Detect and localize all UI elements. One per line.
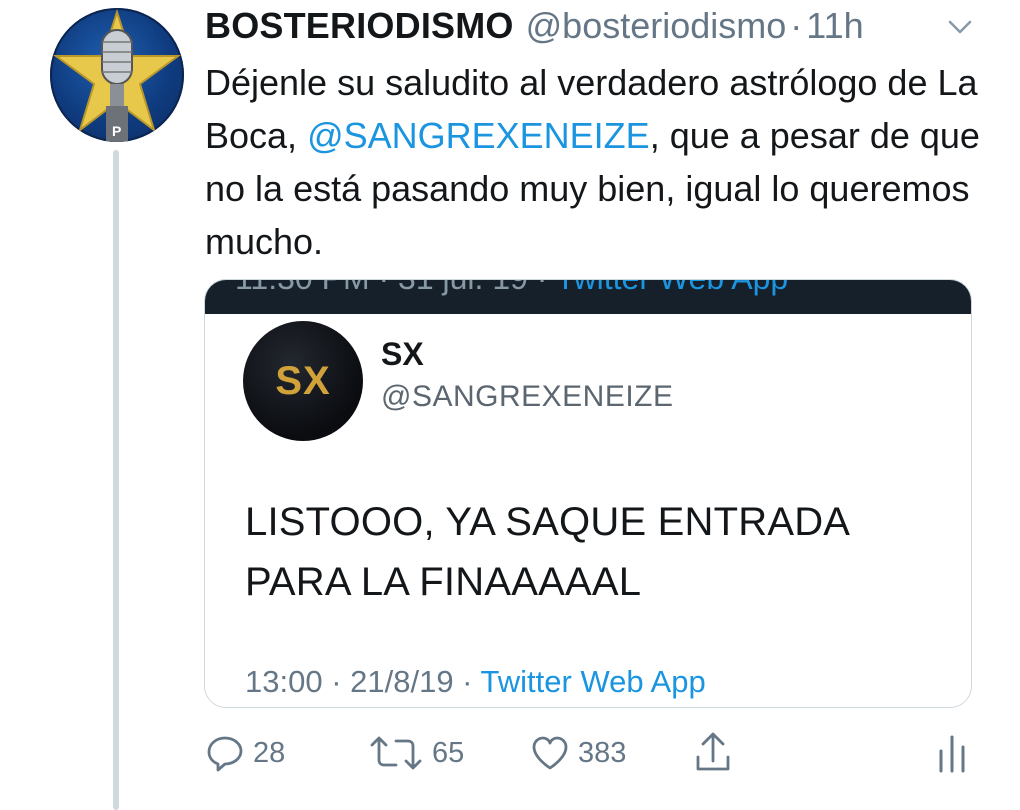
quoted-text-line: LISTOOO, YA SAQUE ENTRADA bbox=[245, 500, 851, 544]
quoted-display-name: SX bbox=[381, 336, 424, 372]
like-count: 383 bbox=[578, 736, 627, 769]
mention-link[interactable]: @SANGREXENEIZE bbox=[307, 115, 650, 156]
svg-text:P: P bbox=[112, 123, 121, 139]
analytics-button[interactable] bbox=[935, 730, 969, 776]
star-microphone-logo: P bbox=[52, 8, 182, 142]
reply-icon bbox=[207, 736, 243, 772]
quoted-tweet-body: SX SX @SANGREXENEIZE LISTOOO, YA SAQUE E… bbox=[205, 314, 971, 707]
tweet-header: BOSTERIODISMO @bosteriodismo · 11h bbox=[205, 4, 864, 48]
display-name[interactable]: BOSTERIODISMO bbox=[205, 5, 514, 47]
like-button[interactable]: 383 bbox=[530, 730, 626, 776]
tweet-text: Déjenle su saludito al verdadero astrólo… bbox=[205, 56, 995, 268]
cut-off-time: 11:30 PM · 31 jul. 19 · bbox=[235, 280, 556, 296]
cut-off-header: 11:30 PM · 31 jul. 19 · Twitter Web App bbox=[205, 280, 971, 314]
user-handle[interactable]: @bosteriodismo bbox=[526, 5, 787, 47]
separator-dot: · bbox=[790, 5, 803, 46]
reply-count: 28 bbox=[253, 736, 286, 769]
quoted-meta: 13:00 · 21/8/19 · Twitter Web App bbox=[245, 664, 706, 700]
sx-logo: SX bbox=[275, 358, 331, 403]
cut-off-source: Twitter Web App bbox=[556, 280, 788, 296]
quoted-text: LISTOOO, YA SAQUE ENTRADA PARA LA FINAAA… bbox=[245, 492, 850, 612]
share-icon bbox=[696, 732, 730, 771]
thread-line bbox=[113, 150, 119, 810]
quoted-handle: @SANGREXENEIZE bbox=[381, 380, 674, 413]
profile-avatar[interactable]: P bbox=[50, 8, 184, 142]
share-button[interactable] bbox=[693, 730, 733, 776]
tweet-actions: 28 65 383 bbox=[205, 730, 980, 776]
quoted-source: Twitter Web App bbox=[480, 664, 706, 699]
quoted-image-card[interactable]: 11:30 PM · 31 jul. 19 · Twitter Web App … bbox=[204, 279, 972, 708]
tweet-time[interactable]: 11h bbox=[806, 5, 863, 47]
quoted-avatar: SX bbox=[243, 321, 363, 441]
analytics-icon bbox=[939, 735, 965, 773]
retweet-button[interactable]: 65 bbox=[368, 730, 464, 776]
retweet-count: 65 bbox=[432, 736, 465, 769]
quoted-time: 13:00 · 21/8/19 · bbox=[245, 664, 481, 699]
quoted-text-line: PARA LA FINAAAAAL bbox=[245, 560, 642, 604]
cut-off-meta: 11:30 PM · 31 jul. 19 · Twitter Web App bbox=[235, 280, 788, 297]
heart-icon bbox=[532, 736, 568, 770]
retweet-icon bbox=[370, 736, 422, 770]
reply-button[interactable]: 28 bbox=[205, 730, 285, 776]
chevron-down-icon[interactable] bbox=[945, 12, 975, 42]
